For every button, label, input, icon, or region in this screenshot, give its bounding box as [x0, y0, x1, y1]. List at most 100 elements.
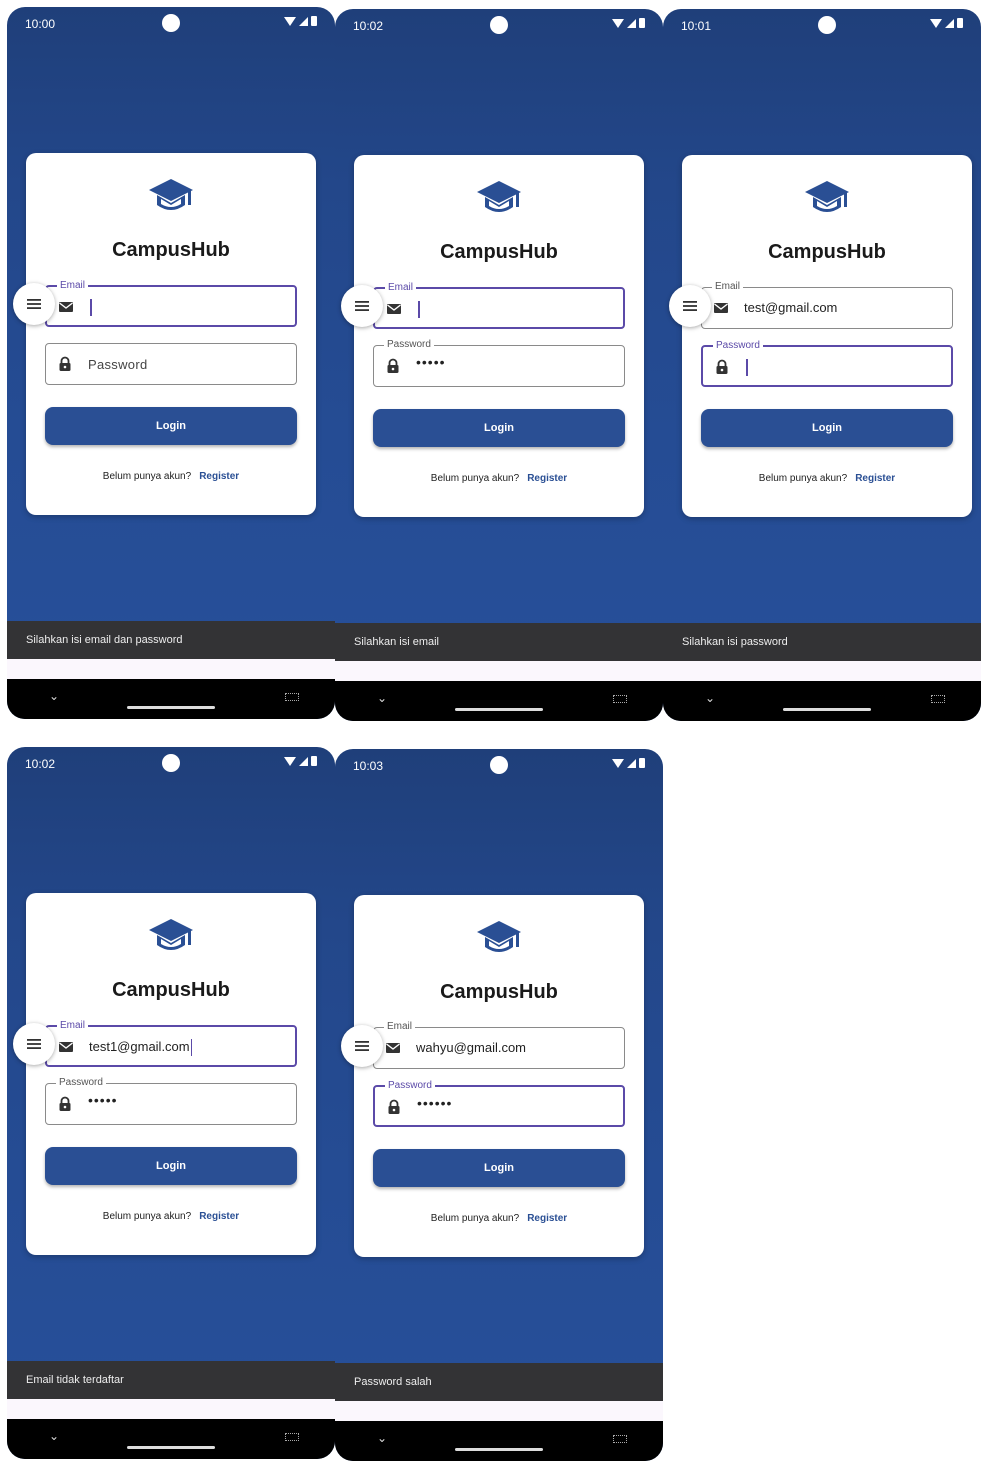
keyboard-icon[interactable]	[285, 693, 299, 701]
keyboard-icon[interactable]	[613, 695, 627, 703]
graduation-cap-icon	[147, 917, 195, 957]
camera-cutout	[490, 756, 508, 774]
login-card: CampusHub Email test@gmail.com Password …	[682, 155, 972, 517]
chevron-down-icon[interactable]: ⌄	[705, 691, 715, 705]
graduation-cap-icon	[475, 179, 523, 219]
password-field[interactable]: Password	[45, 343, 297, 385]
snackbar: Password salah	[335, 1363, 663, 1401]
snackbar-message: Silahkan isi password	[682, 636, 788, 648]
status-bar: 10:02	[335, 9, 663, 41]
app-title: CampusHub	[768, 241, 886, 263]
email-label: Email	[57, 280, 89, 292]
email-label: Email	[57, 1020, 89, 1032]
status-time: 10:03	[353, 759, 384, 773]
home-pill[interactable]	[455, 1448, 543, 1451]
status-bar: 10:00	[7, 7, 335, 39]
chevron-down-icon[interactable]: ⌄	[49, 689, 59, 703]
register-row: Belum punya akun? Register	[354, 473, 644, 484]
register-link[interactable]: Register	[199, 1211, 239, 1222]
lock-icon	[386, 1099, 402, 1115]
snackbar: Email tidak terdaftar	[7, 1361, 335, 1399]
app-title: CampusHub	[440, 981, 558, 1003]
login-button[interactable]: Login	[45, 1147, 297, 1185]
login-button[interactable]: Login	[373, 1149, 625, 1187]
register-prompt: Belum punya akun?	[102, 1211, 192, 1222]
camera-cutout	[490, 16, 508, 34]
password-value	[745, 359, 748, 377]
password-field[interactable]: Password •••••	[45, 1077, 297, 1125]
home-pill[interactable]	[127, 706, 215, 709]
menu-button[interactable]	[341, 285, 383, 327]
register-link[interactable]: Register	[199, 471, 239, 482]
login-button[interactable]: Login	[373, 409, 625, 447]
password-value: •••••	[88, 1092, 118, 1108]
snackbar-message: Silahkan isi email dan password	[26, 634, 183, 646]
home-pill[interactable]	[455, 708, 543, 711]
wifi-icon	[930, 18, 942, 28]
register-prompt: Belum punya akun?	[430, 473, 520, 484]
wifi-icon	[284, 756, 296, 766]
graduation-cap-icon	[475, 919, 523, 959]
app-title: CampusHub	[112, 239, 230, 261]
password-field[interactable]: Password ••••••	[373, 1080, 625, 1127]
signal-icon	[945, 18, 954, 28]
password-value: •••••	[416, 354, 446, 370]
menu-button[interactable]	[341, 1025, 383, 1067]
nav-bar: ⌄	[663, 681, 981, 721]
menu-button[interactable]	[669, 285, 711, 327]
phone-screen-5: 10:03 CampusHub Email wahyu@gmail.com Pa…	[335, 749, 663, 1461]
email-label: Email	[712, 281, 744, 293]
snackbar-message: Password salah	[354, 1376, 432, 1388]
register-link[interactable]: Register	[527, 473, 567, 484]
password-field[interactable]: Password	[701, 340, 953, 387]
email-field[interactable]: Email	[373, 282, 625, 329]
signal-icon	[627, 18, 636, 28]
nav-bar: ⌄	[335, 1421, 663, 1461]
register-link[interactable]: Register	[855, 473, 895, 484]
register-prompt: Belum punya akun?	[758, 473, 848, 484]
camera-cutout	[162, 754, 180, 772]
phone-screen-4: 10:02 CampusHub Email test1@gmail.com Pa…	[7, 747, 335, 1459]
password-field[interactable]: Password •••••	[373, 339, 625, 387]
email-field[interactable]: Email	[45, 280, 297, 327]
login-button[interactable]: Login	[45, 407, 297, 445]
email-field[interactable]: Email wahyu@gmail.com	[373, 1021, 625, 1069]
text-caret	[190, 1039, 193, 1057]
snackbar-message: Silahkan isi email	[354, 636, 439, 648]
battery-icon	[311, 756, 317, 766]
menu-button[interactable]	[13, 1023, 55, 1065]
password-label: Password	[385, 1080, 435, 1092]
graduation-cap-icon	[147, 177, 195, 217]
menu-button[interactable]	[13, 283, 55, 325]
password-label: Password	[713, 340, 763, 352]
nav-bar: ⌄	[7, 1419, 335, 1459]
email-value: test@gmail.com	[744, 300, 838, 315]
email-field[interactable]: Email test@gmail.com	[701, 281, 953, 329]
snackbar-message: Email tidak terdaftar	[26, 1374, 124, 1386]
keyboard-icon[interactable]	[285, 1433, 299, 1441]
login-button[interactable]: Login	[701, 409, 953, 447]
login-card: CampusHub Email wahyu@gmail.com Password…	[354, 895, 644, 1257]
email-label: Email	[385, 282, 417, 294]
keyboard-icon[interactable]	[931, 695, 945, 703]
snackbar: Silahkan isi email dan password	[7, 621, 335, 659]
register-link[interactable]: Register	[527, 1213, 567, 1224]
register-prompt: Belum punya akun?	[102, 471, 192, 482]
email-field[interactable]: Email test1@gmail.com	[45, 1020, 297, 1067]
lock-icon	[57, 1096, 73, 1112]
camera-cutout	[162, 14, 180, 32]
text-caret	[90, 299, 92, 317]
email-value	[417, 301, 420, 319]
chevron-down-icon[interactable]: ⌄	[49, 1429, 59, 1443]
home-pill[interactable]	[127, 1446, 215, 1449]
status-bar: 10:02	[7, 747, 335, 779]
signal-icon	[627, 758, 636, 768]
status-time: 10:01	[681, 19, 712, 33]
keyboard-icon[interactable]	[613, 1435, 627, 1443]
snackbar: Silahkan isi email	[335, 623, 663, 661]
email-value: test1@gmail.com	[89, 1039, 193, 1057]
chevron-down-icon[interactable]: ⌄	[377, 691, 387, 705]
register-row: Belum punya akun? Register	[26, 1211, 316, 1222]
chevron-down-icon[interactable]: ⌄	[377, 1431, 387, 1445]
home-pill[interactable]	[783, 708, 871, 711]
